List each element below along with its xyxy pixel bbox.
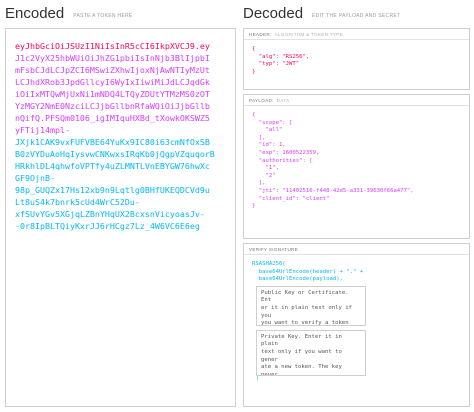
signature-panel-title: VERIFY SIGNATURE <box>244 244 469 255</box>
token-sig-line: HRkhlDL4qhwfoVPTfy4uZLMNTLVnEBYGW76hwXc <box>15 161 210 171</box>
token-payload-line: nQifQ.PFSQm0106_igIMIquHXBd_tXowkOKSWZ5 <box>15 113 210 123</box>
encoded-token-textarea[interactable]: eyJhbGciOiJSUzI1NiIsInR5cCI6IkpXVCJ9.ey J… <box>5 28 236 407</box>
encoded-title: Encoded <box>5 5 65 22</box>
token-payload-line: iOiIxMTQwMjUxNi1mNDQ4LTQyZDUtYTMzMS0zOT <box>15 89 210 99</box>
json-line: "authorities": [ <box>252 157 313 164</box>
signature-panel-label: VERIFY SIGNATURE <box>249 247 299 252</box>
token-payload-line: YzMGY2NmE0NzciLCJjbGllbnRfaWQiOiJjbGllb <box>15 101 210 111</box>
token-sig-line: Lt8uS4k7bnrk5cUd4WrC52Du- <box>15 197 140 207</box>
json-line: ], <box>252 134 266 141</box>
header-panel-title: HEADER: ALGORITHM & TOKEN TYPE <box>244 29 469 40</box>
json-line: { <box>252 46 256 52</box>
signature-function: RSASHA256( <box>252 261 286 267</box>
token-sig-line: -0r8IpBLTQiyKxrJJ6rHCgz7Lz_4W6VC6E6eg <box>15 221 200 231</box>
json-line: "1", <box>252 165 279 172</box>
json-line: ], <box>252 180 266 187</box>
payload-panel: PAYLOAD: DATA { "scope": [ "all" ], "id":… <box>243 94 470 239</box>
token-header-line: eyJhbGciOiJSUzI1NiIsInR5cCI6IkpXVCJ9.ey <box>15 41 210 51</box>
decoded-hint: EDIT THE PAYLOAD AND SECRET <box>312 13 401 19</box>
token-sig-line: GF9OjnB- <box>15 173 55 183</box>
token-sig-line: JXjk1CAK9vxFUFVBE64YuKx9IC80i63cmNfOxSB <box>15 137 210 147</box>
json-line: "typ": "JWT" <box>252 61 300 68</box>
json-line: "2" <box>252 172 276 179</box>
json-line: "exp": 1600522359, <box>252 149 320 156</box>
token-payload-line: yFTij14mpl- <box>15 125 70 135</box>
json-line: { <box>252 112 256 118</box>
signature-header-expr: base64UrlEncode(header) + "." + <box>252 268 364 275</box>
private-key-input[interactable]: Private Key. Enter it in plain text only… <box>256 329 366 376</box>
token-sig-line: xfSUvYGv5XGjqLZBnYHqUX2BcxsnVicyoasJv- <box>15 209 205 219</box>
json-line: } <box>252 68 256 75</box>
token-payload-line: J1c2VyX25hbWUiOiJhZG1pbiIsInNjb3BlIjpbI <box>15 53 210 63</box>
payload-json-editor[interactable]: { "scope": [ "all" ], "id": 1, "exp": 16… <box>244 106 469 217</box>
decoded-title: Decoded <box>243 5 304 22</box>
json-line: "id": 1, <box>252 142 286 149</box>
public-key-input[interactable]: Public Key or Certificate. Ent er it in … <box>256 285 366 326</box>
json-line: "all" <box>252 127 283 134</box>
signature-close-paren: ) <box>256 375 260 382</box>
json-line: } <box>252 203 256 210</box>
signature-body: RSASHA256( base64UrlEncode(header) + "."… <box>244 255 469 389</box>
json-line: "client_id": "client" <box>252 195 330 202</box>
token-payload-line: mFsbCJdLCJpZCI6MSwiZXhwIjoxNjAwNTIyMzUt <box>15 65 210 75</box>
json-line: "jti": "11402516-f448-42d5-a331-39630f66… <box>252 187 414 194</box>
encoded-hint: PASTE A TOKEN HERE <box>73 13 133 19</box>
payload-panel-label: PAYLOAD: <box>249 98 274 103</box>
token-sig-line: 98p_GUQZx17Hs12xb9n9Lqtlg0BHfUKEQDCVd9u <box>15 185 210 195</box>
decoded-heading: Decoded EDIT THE PAYLOAD AND SECRET <box>243 0 470 28</box>
token-sig-line: B0zVYDuAoHqIysvwCNKwxsIRqKb0jQgpVZquqorB <box>15 149 215 159</box>
json-line: "scope": [ <box>252 119 293 126</box>
payload-panel-title: PAYLOAD: DATA <box>244 95 469 106</box>
encoded-heading: Encoded PASTE A TOKEN HERE <box>5 0 236 28</box>
header-panel-sublabel: ALGORITHM & TOKEN TYPE <box>274 32 343 37</box>
payload-panel-sublabel: DATA <box>276 98 290 103</box>
json-line: "alg": "RS256", <box>252 53 310 60</box>
token-payload-line: LCJhdXRob3JpdGllcyI6WyIxIiwiMiJdLCJqdGk <box>15 77 210 87</box>
header-panel: HEADER: ALGORITHM & TOKEN TYPE { "alg": "… <box>243 28 470 90</box>
header-json-editor[interactable]: { "alg": "RS256", "typ": "JWT"} <box>244 40 469 82</box>
signature-payload-expr: base64UrlEncode(payload), <box>252 276 343 283</box>
decoded-column: Decoded EDIT THE PAYLOAD AND SECRET HEAD… <box>243 0 470 412</box>
encoded-column: Encoded PASTE A TOKEN HERE eyJhbGciOiJSU… <box>5 0 236 412</box>
signature-panel: VERIFY SIGNATURE RSASHA256( base64UrlEnc… <box>243 243 470 407</box>
header-panel-label: HEADER: <box>249 32 272 37</box>
